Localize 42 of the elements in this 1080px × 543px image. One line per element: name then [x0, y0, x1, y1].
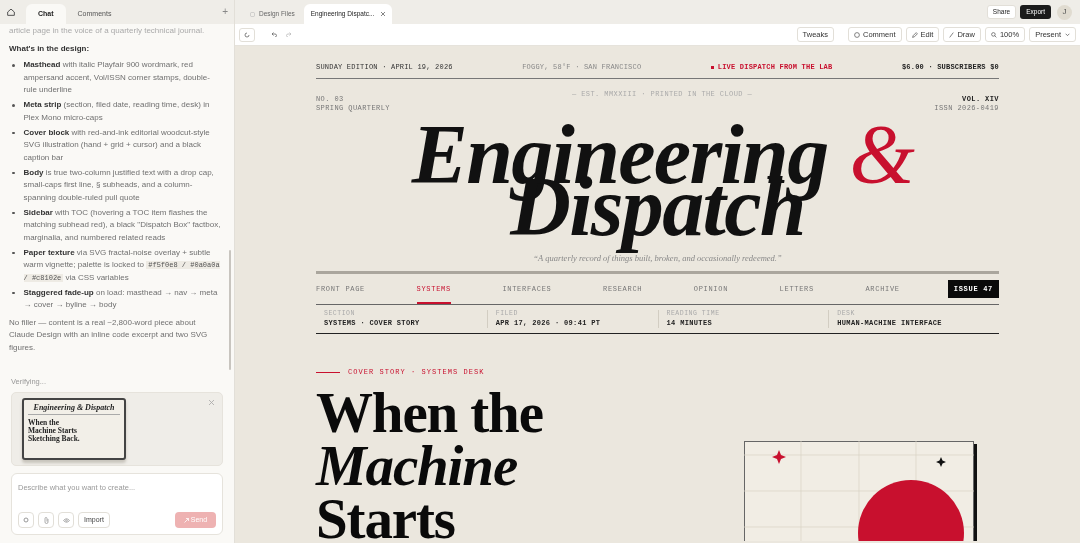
kicker-rule — [316, 371, 340, 373]
live-indicator-icon — [710, 65, 714, 69]
close-icon[interactable] — [209, 400, 214, 405]
message-heading: What's in the design: — [9, 42, 91, 55]
preview-title: Engineering & Dispatch — [32, 403, 116, 412]
bullet-icon — [12, 64, 15, 67]
headline-line: Machine — [316, 438, 519, 492]
redo-icon[interactable] — [286, 32, 292, 37]
home-icon[interactable] — [6, 7, 16, 17]
message-text: article page in the voice of a quarterly technical journal. — [9, 25, 206, 37]
file-icon — [250, 11, 255, 17]
undo-icon[interactable] — [271, 32, 277, 37]
headline-line: Starts — [316, 491, 456, 543]
close-icon[interactable] — [381, 12, 386, 16]
settings-icon — [23, 517, 29, 523]
settings-button[interactable] — [18, 512, 34, 528]
message-text: No filler — content is a real ~2,800-word piece about Claude Design with an inline code excerpt and two SVG figures. — [9, 316, 209, 354]
paperclip-icon — [43, 516, 49, 524]
masthead-tagline: “A quarterly record of things built, broken, and occasionally redeemed.” — [533, 253, 782, 263]
bullet-text: Masthead with italic Playfair 900 wordmark, red ampersand accent, Vol/ISSN corner stamps, double-rule underline — [22, 59, 211, 96]
speech-bubble-icon — [854, 31, 860, 38]
reload-icon — [244, 31, 250, 38]
attach-button[interactable] — [38, 512, 54, 528]
pencil-icon — [911, 31, 918, 38]
eye-button[interactable] — [58, 512, 74, 528]
bullet-icon — [12, 104, 15, 107]
bullet-icon — [12, 251, 15, 254]
bullet-icon — [12, 291, 15, 294]
bullet-icon — [12, 171, 15, 174]
caret-icon — [1065, 32, 1070, 37]
bullet-text: Staggered fade-up on load: masthead → nav → meta → cover → byline → body — [22, 286, 219, 311]
bullet-icon — [12, 131, 15, 134]
reload-button[interactable] — [239, 27, 255, 42]
user-avatar[interactable]: J — [1057, 4, 1072, 20]
scrollbar[interactable] — [229, 250, 231, 370]
eye-icon — [62, 517, 70, 523]
bullet-icon — [12, 211, 15, 214]
search-icon — [990, 31, 997, 38]
arrow-icon — [183, 517, 189, 523]
masthead-wordmark: Engineering & Dispatch — [410, 109, 914, 253]
headline-line: When the — [316, 385, 543, 439]
pen-icon — [949, 31, 955, 38]
